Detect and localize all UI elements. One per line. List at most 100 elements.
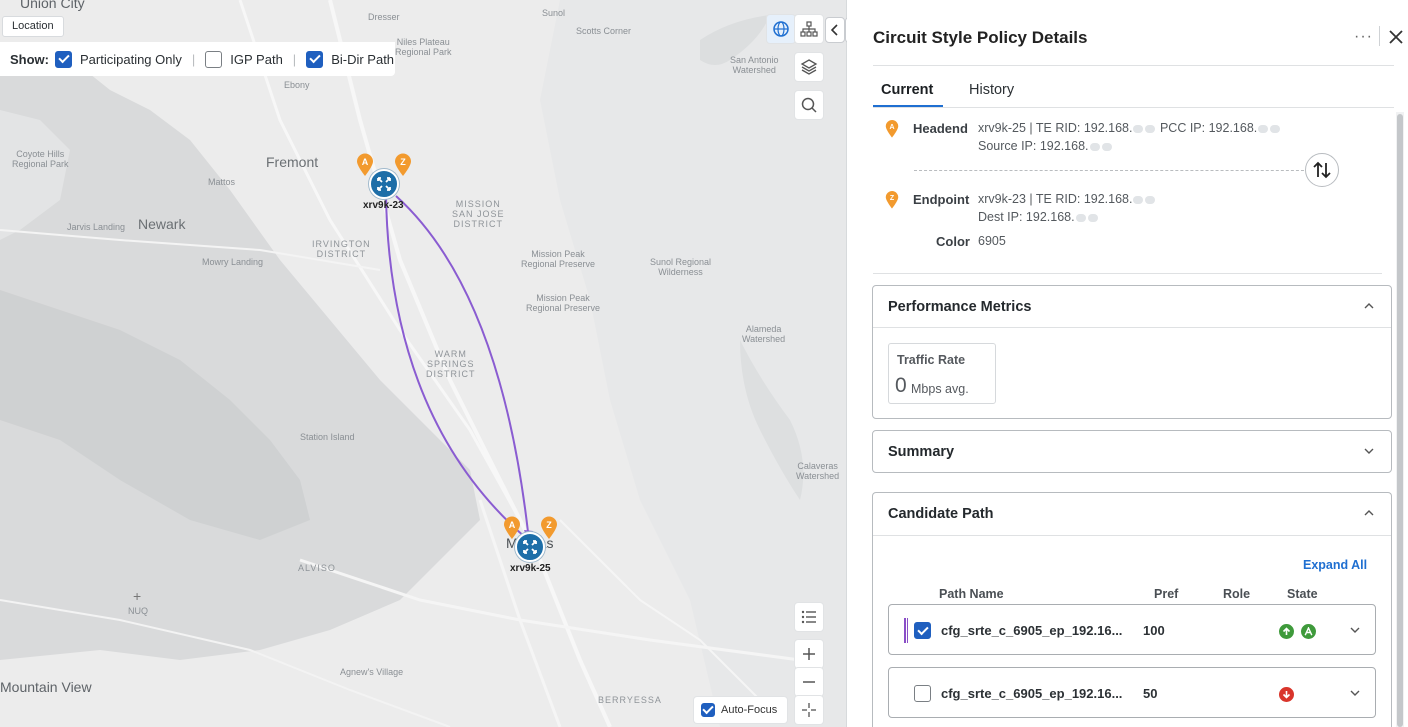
globe-icon xyxy=(773,21,789,37)
plus-icon xyxy=(803,648,815,660)
headend-pin-icon: A xyxy=(357,153,373,176)
chevron-down-icon[interactable] xyxy=(1350,625,1360,635)
map-label: Mission Peak Regional Preserve xyxy=(526,293,601,313)
header-divider xyxy=(1379,26,1380,46)
node-label: xrv9k-23 xyxy=(363,200,404,211)
scrollbar-thumb[interactable] xyxy=(1397,114,1403,727)
map-label: Ebony xyxy=(284,80,310,90)
filter-bi-dir-path[interactable]: Bi-Dir Path xyxy=(306,50,395,68)
headend-label: Headend xyxy=(913,121,968,136)
collapse-left-button[interactable] xyxy=(825,17,845,43)
chevron-down-icon[interactable] xyxy=(1364,446,1374,456)
svg-text:A: A xyxy=(889,124,894,131)
auto-focus-label: Auto-Focus xyxy=(721,704,778,716)
bi-dir-path-label: Bi-Dir Path xyxy=(331,51,395,67)
summary-title[interactable]: Summary xyxy=(888,444,954,460)
performance-metrics-title[interactable]: Performance Metrics xyxy=(888,299,1031,315)
map-label: Calaveras Watershed xyxy=(796,461,840,481)
auto-focus-checkbox[interactable] xyxy=(701,703,715,717)
state-down-icon xyxy=(1279,687,1294,702)
more-options-icon[interactable]: ··· xyxy=(1354,28,1373,46)
legend-button[interactable] xyxy=(795,603,823,631)
participating-only-checkbox[interactable] xyxy=(55,50,72,68)
tab-history[interactable]: History xyxy=(969,82,1014,98)
igp-path-label: IGP Path xyxy=(230,51,283,67)
headend-endpoint-separator xyxy=(914,170,1314,171)
col-role: Role xyxy=(1223,587,1251,601)
map-label: Agnew's Village xyxy=(340,667,404,677)
chevron-left-icon xyxy=(831,24,838,36)
router-icon xyxy=(523,540,537,554)
geo-view-button[interactable] xyxy=(767,15,795,43)
candidate-path-checkbox[interactable] xyxy=(914,622,931,639)
chevron-down-icon[interactable] xyxy=(1350,688,1360,698)
app-root: Union City Dresser Sunol Scotts Corner N… xyxy=(0,0,1408,727)
map-label: Mission Peak Regional Preserve xyxy=(521,249,596,269)
candidate-path-checkbox[interactable] xyxy=(914,685,931,702)
state-up-icon xyxy=(1279,624,1294,639)
map-label: Mountain View xyxy=(0,679,92,695)
traffic-rate-title: Traffic Rate xyxy=(897,353,966,367)
search-icon xyxy=(801,97,817,113)
router-node-xrv9k-23[interactable] xyxy=(369,169,399,199)
map-search-button[interactable] xyxy=(795,91,823,119)
tab-current[interactable]: Current xyxy=(881,82,933,98)
candidate-path-pref: 50 xyxy=(1143,686,1158,701)
layers-button[interactable] xyxy=(795,53,823,81)
zoom-out-button[interactable] xyxy=(795,668,823,696)
router-node-xrv9k-25[interactable] xyxy=(515,532,545,562)
endpoint-pin-icon: Z xyxy=(395,153,411,176)
map-label: Station Island xyxy=(300,432,355,442)
candidate-path-title[interactable]: Candidate Path xyxy=(888,506,994,522)
endpoint-pin-icon: Z xyxy=(541,516,557,539)
path-color-swatch xyxy=(904,618,908,643)
traffic-rate-unit: Mbps avg. xyxy=(911,382,969,396)
fit-view-button[interactable] xyxy=(795,696,823,724)
airport-icon: + xyxy=(133,588,142,604)
endpoint-pin-icon: Z xyxy=(885,191,899,209)
node-label: xrv9k-25 xyxy=(510,563,551,574)
map-label: Coyote Hills Regional Park xyxy=(12,149,69,169)
location-chip[interactable]: Location xyxy=(2,16,64,37)
filter-participating-only[interactable]: Participating Only xyxy=(55,50,182,68)
router-icon xyxy=(377,177,391,191)
topology-icon xyxy=(800,21,818,37)
traffic-rate-tile: Traffic Rate 0 Mbps avg. xyxy=(888,343,996,404)
chevron-up-icon[interactable] xyxy=(1364,508,1374,518)
map-label: Alameda Watershed xyxy=(742,324,786,344)
igp-path-checkbox[interactable] xyxy=(205,50,223,68)
card-rule xyxy=(873,535,1391,536)
card-rule xyxy=(873,327,1391,328)
map-label: WARM SPRINGS DISTRICT xyxy=(426,349,476,379)
svg-text:Z: Z xyxy=(400,157,406,167)
state-active-icon xyxy=(1301,624,1316,639)
close-icon[interactable] xyxy=(1388,29,1404,45)
filter-divider: | xyxy=(292,51,297,67)
panel-scrollbar[interactable] xyxy=(1396,112,1404,727)
svg-text:Z: Z xyxy=(890,195,895,202)
expand-all-link[interactable]: Expand All xyxy=(1303,558,1367,572)
filter-divider: | xyxy=(191,51,196,67)
logical-view-button[interactable] xyxy=(795,15,823,43)
headend-pin-icon: A xyxy=(885,120,899,138)
color-label: Color xyxy=(936,234,970,249)
summary-card[interactable]: Summary xyxy=(872,430,1392,473)
candidate-path-row[interactable]: cfg_srte_c_6905_ep_192.16... 50 xyxy=(888,667,1376,718)
chevron-up-icon[interactable] xyxy=(1364,301,1374,311)
zoom-in-button[interactable] xyxy=(795,640,823,668)
svg-text:A: A xyxy=(509,520,516,530)
topology-map[interactable]: Union City Dresser Sunol Scotts Corner N… xyxy=(0,0,846,727)
filter-igp-path[interactable]: IGP Path xyxy=(205,50,283,68)
map-label: BERRYESSA xyxy=(598,695,662,705)
bi-dir-path-checkbox[interactable] xyxy=(306,50,324,68)
minus-icon xyxy=(803,681,815,683)
svg-text:Z: Z xyxy=(546,520,552,530)
show-label: Show: xyxy=(10,51,49,67)
map-label: Scotts Corner xyxy=(576,26,632,36)
candidate-path-row[interactable]: cfg_srte_c_6905_ep_192.16... 100 xyxy=(888,604,1376,655)
layers-icon xyxy=(800,59,818,75)
map-label: Sunol xyxy=(542,8,566,18)
auto-focus-toggle[interactable]: Auto-Focus xyxy=(694,697,787,723)
candidate-path-name: cfg_srte_c_6905_ep_192.16... xyxy=(941,686,1123,701)
swap-direction-button[interactable] xyxy=(1305,153,1339,187)
